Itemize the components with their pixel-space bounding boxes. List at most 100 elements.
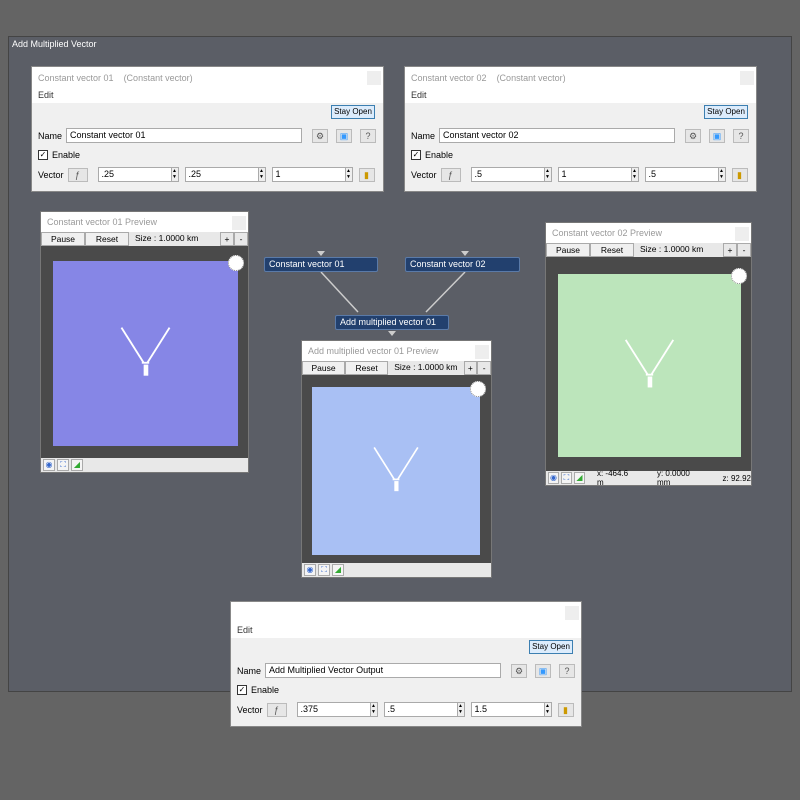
vector-component-input[interactable]: .5 bbox=[470, 167, 545, 182]
vector-label: Vector bbox=[237, 704, 263, 715]
spin-buttons[interactable]: ▲ ▼ bbox=[369, 702, 378, 717]
axis-gizmo-icon bbox=[624, 339, 675, 388]
properties-dialog: Constant vector 02 (Constant vector) Edi… bbox=[404, 66, 757, 192]
name-input[interactable]: Add Multiplied Vector Output bbox=[265, 663, 502, 678]
zoom-out-button[interactable]: - bbox=[477, 361, 491, 375]
zoom-in-button[interactable]: + bbox=[723, 243, 737, 257]
menu-edit[interactable]: Edit bbox=[32, 89, 383, 103]
gear-icon[interactable]: ⚙ bbox=[685, 128, 702, 143]
paste-icon[interactable]: ▮ bbox=[358, 167, 375, 182]
vector-label: Vector bbox=[411, 169, 437, 180]
preview-titlebar: Constant vector 01 Preview bbox=[41, 212, 248, 232]
fit-view-icon[interactable]: ⛶ bbox=[318, 564, 330, 576]
spin-buttons[interactable]: ▲ ▼ bbox=[543, 167, 552, 182]
pause-button[interactable]: Pause bbox=[302, 361, 346, 375]
vector-component-input[interactable]: .5 bbox=[383, 702, 458, 717]
name-input[interactable]: Constant vector 01 bbox=[66, 128, 303, 143]
output-port bbox=[388, 331, 396, 336]
pause-button[interactable]: Pause bbox=[546, 243, 590, 257]
input-port bbox=[461, 251, 469, 256]
vector-component-input[interactable]: .375 bbox=[296, 702, 371, 717]
spin-buttons[interactable]: ▲ ▼ bbox=[630, 167, 639, 182]
rotate-handle[interactable] bbox=[470, 381, 486, 397]
enable-checkbox[interactable]: ✓ bbox=[38, 150, 48, 160]
preview-icon[interactable]: ▣ bbox=[709, 128, 726, 143]
input-port bbox=[317, 251, 325, 256]
preview-swatch[interactable] bbox=[558, 274, 741, 457]
vector-component-input[interactable]: .5 bbox=[644, 167, 719, 182]
help-icon[interactable]: ? bbox=[360, 128, 377, 143]
enable-checkbox[interactable]: ✓ bbox=[411, 150, 421, 160]
vector-component-input[interactable]: 1.5 bbox=[470, 702, 545, 717]
enable-checkbox[interactable]: ✓ bbox=[237, 685, 247, 695]
close-button[interactable] bbox=[475, 345, 489, 359]
expression-icon[interactable]: ƒ bbox=[266, 702, 287, 717]
lighting-icon[interactable]: ◢ bbox=[71, 459, 83, 471]
vector-component-input[interactable]: .25 bbox=[184, 167, 259, 182]
menu-edit[interactable]: Edit bbox=[231, 624, 581, 638]
eye-icon[interactable]: ◉ bbox=[548, 472, 559, 484]
preview-titlebar: Add multiplied vector 01 Preview bbox=[302, 341, 491, 361]
reset-button[interactable]: Reset bbox=[85, 232, 129, 246]
preview-titlebar: Constant vector 02 Preview bbox=[546, 223, 751, 243]
gear-icon[interactable]: ⚙ bbox=[511, 663, 528, 678]
size-readout: Size : 1.0000 km bbox=[394, 362, 458, 372]
graph-node[interactable]: Add multiplied vector 01 bbox=[335, 315, 449, 330]
name-input[interactable]: Constant vector 02 bbox=[439, 128, 676, 143]
stay-open-button[interactable]: Stay Open bbox=[331, 105, 375, 119]
close-button[interactable] bbox=[367, 71, 381, 85]
reset-button[interactable]: Reset bbox=[590, 243, 634, 257]
lighting-icon[interactable]: ◢ bbox=[332, 564, 344, 576]
fit-view-icon[interactable]: ⛶ bbox=[560, 472, 572, 484]
expression-icon[interactable]: ƒ bbox=[440, 167, 461, 182]
name-label: Name bbox=[411, 130, 436, 141]
eye-icon[interactable]: ◉ bbox=[43, 459, 55, 471]
reset-button[interactable]: Reset bbox=[345, 361, 389, 375]
paste-icon[interactable]: ▮ bbox=[731, 167, 748, 182]
spin-buttons[interactable]: ▲ ▼ bbox=[344, 167, 353, 182]
rotate-handle[interactable] bbox=[731, 268, 747, 284]
stay-open-button[interactable]: Stay Open bbox=[529, 640, 573, 654]
preview-title: Add multiplied vector 01 Preview bbox=[308, 346, 439, 356]
zoom-in-button[interactable]: + bbox=[463, 361, 478, 375]
lighting-icon[interactable]: ◢ bbox=[573, 472, 585, 484]
rotate-handle[interactable] bbox=[228, 255, 244, 271]
zoom-out-button[interactable]: - bbox=[234, 232, 248, 246]
close-button[interactable] bbox=[735, 227, 749, 241]
preview-swatch[interactable] bbox=[312, 387, 480, 555]
graph-node[interactable]: Constant vector 01 bbox=[264, 257, 378, 272]
close-button[interactable] bbox=[740, 71, 754, 85]
preview-icon[interactable]: ▣ bbox=[336, 128, 353, 143]
dialog-subtitle: (Constant vector) bbox=[123, 73, 193, 83]
eye-icon[interactable]: ◉ bbox=[304, 564, 316, 576]
close-button[interactable] bbox=[232, 216, 246, 230]
pause-button[interactable]: Pause bbox=[41, 232, 85, 246]
dialog-titlebar: Constant vector 01 (Constant vector) bbox=[32, 67, 383, 89]
preview-swatch[interactable] bbox=[53, 261, 238, 446]
zoom-out-button[interactable]: - bbox=[737, 243, 751, 257]
vector-component-input[interactable]: 1 bbox=[271, 167, 346, 182]
paste-icon[interactable]: ▮ bbox=[557, 702, 574, 717]
preview-icon[interactable]: ▣ bbox=[535, 663, 552, 678]
spin-buttons[interactable]: ▲ ▼ bbox=[170, 167, 179, 182]
fit-view-icon[interactable]: ⛶ bbox=[57, 459, 69, 471]
axis-gizmo-icon bbox=[373, 447, 419, 492]
gear-icon[interactable]: ⚙ bbox=[312, 128, 329, 143]
help-icon[interactable]: ? bbox=[559, 663, 576, 678]
spin-buttons[interactable]: ▲ ▼ bbox=[257, 167, 266, 182]
preview-title: Constant vector 01 Preview bbox=[47, 217, 158, 227]
x-readout: x: -464.6 m bbox=[596, 469, 629, 487]
close-button[interactable] bbox=[565, 606, 579, 620]
enable-label: Enable bbox=[425, 150, 454, 160]
menu-edit[interactable]: Edit bbox=[405, 89, 756, 103]
graph-node[interactable]: Constant vector 02 bbox=[405, 257, 520, 272]
stay-open-button[interactable]: Stay Open bbox=[704, 105, 748, 119]
zoom-in-button[interactable]: + bbox=[220, 232, 234, 246]
spin-buttons[interactable]: ▲ ▼ bbox=[717, 167, 726, 182]
expression-icon[interactable]: ƒ bbox=[67, 167, 88, 182]
help-icon[interactable]: ? bbox=[733, 128, 750, 143]
spin-buttons[interactable]: ▲ ▼ bbox=[456, 702, 465, 717]
vector-component-input[interactable]: 1 bbox=[557, 167, 632, 182]
vector-component-input[interactable]: .25 bbox=[97, 167, 172, 182]
spin-buttons[interactable]: ▲ ▼ bbox=[543, 702, 552, 717]
